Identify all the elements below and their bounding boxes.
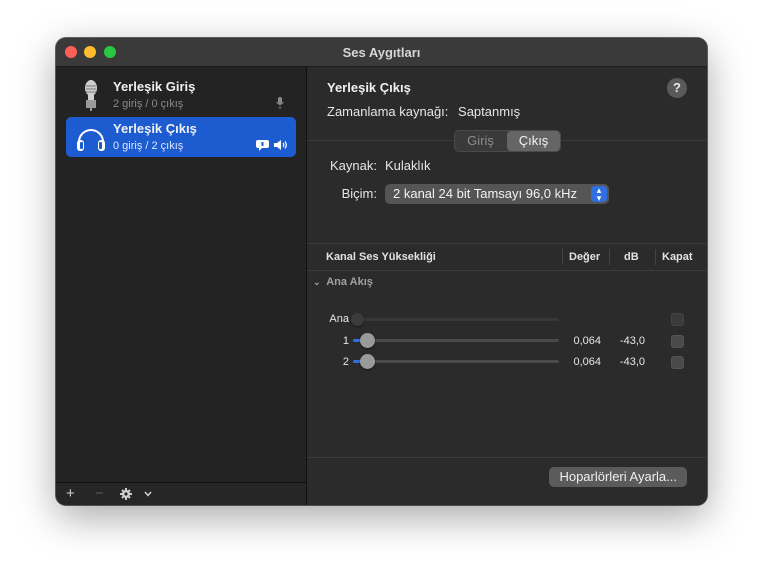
source-label: Kaynak: (330, 158, 377, 173)
channel-table-header: Kanal Ses Yüksekliği Değer dB Kapat (307, 243, 707, 271)
small-mic-icon (276, 97, 284, 109)
mute-checkbox[interactable] (671, 356, 684, 369)
channel-2-volume-slider[interactable] (353, 354, 559, 369)
device-sidebar: Yerleşik Giriş 2 giriş / 0 çıkış Yerleşi… (56, 67, 307, 505)
mute-checkbox[interactable] (671, 335, 684, 348)
slider-knob[interactable] (360, 354, 375, 369)
channel-value: 0,064 (573, 335, 601, 347)
clock-source-row: Zamanlama kaynağı: Saptanmış (327, 104, 520, 119)
tab-input[interactable]: Giriş (455, 131, 506, 151)
column-separator (655, 249, 656, 265)
channel-value: 0,064 (573, 356, 601, 368)
device-item-builtin-output[interactable]: Yerleşik Çıkış 0 giriş / 2 çıkış (66, 117, 296, 157)
channel-label: Ana (329, 313, 349, 325)
window-title: Ses Aygıtları (342, 45, 421, 60)
header-channel-volume: Kanal Ses Yüksekliği (326, 251, 436, 263)
format-label: Biçim: (341, 186, 377, 201)
titlebar: Ses Aygıtları (56, 38, 707, 67)
speaker-icon (274, 140, 287, 150)
channel-db: -43,0 (619, 335, 645, 347)
configure-speakers-button[interactable]: Hoparlörleri Ayarla... (549, 467, 687, 487)
add-device-button[interactable]: + (66, 485, 75, 503)
source-value: Kulaklık (385, 158, 431, 173)
device-title: Yerleşik Çıkış (327, 80, 411, 95)
master-volume-slider[interactable] (351, 313, 559, 326)
chevron-down-icon: ⌄ (313, 277, 321, 287)
microphone-icon (85, 80, 97, 111)
help-button[interactable]: ? (667, 78, 687, 98)
headphones-icon (77, 129, 105, 151)
remove-device-button[interactable]: − (95, 485, 104, 503)
format-select[interactable]: 2 kanal 24 bit Tamsayı 96,0 kHz ▴ ▾ (385, 184, 609, 204)
device-io-count: 0 giriş / 2 çıkış (113, 140, 184, 152)
group-main-stream[interactable]: ⌄ Ana Akış (313, 276, 373, 288)
column-separator (562, 249, 563, 265)
updown-arrows-icon: ▴ ▾ (591, 186, 607, 203)
chevron-down-icon[interactable] (144, 491, 152, 497)
audio-devices-window: Ses Aygıtları Yerleşik Giriş 2 giriş / 0… (56, 38, 707, 505)
format-value: 2 kanal 24 bit Tamsayı 96,0 kHz (393, 186, 578, 201)
device-name: Yerleşik Giriş (113, 79, 196, 94)
mute-checkbox[interactable] (671, 313, 684, 326)
channel-db: -43,0 (619, 356, 645, 368)
clock-source-label: Zamanlama kaynağı: (327, 104, 449, 119)
header-value: Değer (569, 251, 601, 263)
gear-icon[interactable] (120, 488, 132, 500)
device-detail-panel: Yerleşik Çıkış ? Zamanlama kaynağı: Sapt… (307, 67, 707, 505)
header-db: dB (624, 251, 639, 263)
sidebar-footer: + − (56, 482, 306, 505)
group-label: Ana Akış (326, 276, 373, 288)
column-separator (609, 249, 610, 265)
io-segmented-control: Giriş Çıkış (454, 130, 561, 152)
tab-output[interactable]: Çıkış (507, 131, 560, 151)
header-mute: Kapat (662, 251, 693, 263)
device-io-count: 2 giriş / 0 çıkış (113, 98, 184, 110)
channel-1-volume-slider[interactable] (353, 333, 559, 348)
slider-knob[interactable] (351, 313, 364, 326)
bottom-bar: Hoparlörleri Ayarla... (307, 457, 707, 505)
slider-knob[interactable] (360, 333, 375, 348)
chat-bubble-icon (256, 140, 269, 151)
channel-label: 2 (342, 356, 349, 368)
channel-label: 1 (342, 335, 349, 347)
device-name: Yerleşik Çıkış (113, 121, 197, 136)
clock-source-value: Saptanmış (458, 104, 521, 119)
device-item-builtin-input[interactable]: Yerleşik Giriş 2 giriş / 0 çıkış (66, 75, 296, 115)
